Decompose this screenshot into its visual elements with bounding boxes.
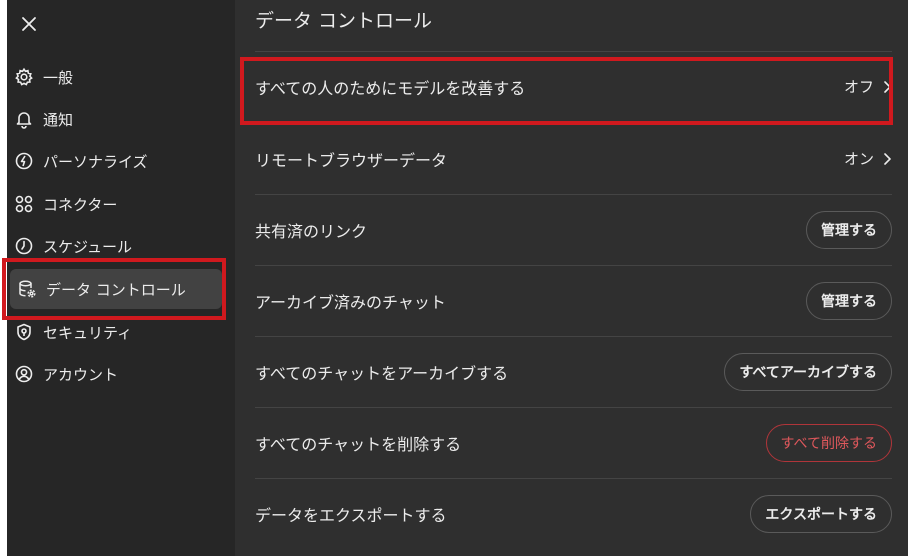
export-data-button[interactable]: エクスポートする (750, 494, 892, 533)
main-panel: データ コントロール すべての人のためにモデルを改善する オフ リモートブラウザ… (235, 0, 908, 556)
setting-row-shared-links: 共有済のリンク 管理する (255, 194, 892, 264)
sidebar-item-label: 通知 (43, 110, 74, 129)
setting-row-export-data: データをエクスポートする エクスポートする (255, 478, 892, 548)
chevron-right-icon (882, 152, 892, 166)
sidebar-item-label: スケジュール (43, 237, 132, 256)
settings-sidebar: 一般 通知 パーソナライズ コネクター スケジュール データ コントロール セキ… (7, 0, 235, 556)
archive-all-button[interactable]: すべてアーカイブする (724, 352, 892, 391)
setting-row-archive-all: すべてのチャットをアーカイブする すべてアーカイブする (255, 336, 892, 406)
delete-all-button[interactable]: すべて削除する (765, 423, 892, 462)
setting-row-improve-model[interactable]: すべての人のためにモデルを改善する オフ (255, 51, 892, 121)
sidebar-item-account[interactable]: アカウント (7, 354, 222, 394)
sidebar-item-label: データ コントロール (46, 280, 186, 299)
database-gear-icon (16, 278, 38, 300)
sidebar-item-personalize[interactable]: パーソナライズ (7, 141, 222, 181)
sidebar-item-security[interactable]: セキュリティ (7, 312, 222, 352)
sidebar-item-notifications[interactable]: 通知 (7, 99, 222, 139)
manage-shared-links-button[interactable]: 管理する (806, 210, 892, 249)
setting-label: アーカイブ済みのチャット (255, 292, 446, 312)
setting-row-delete-all: すべてのチャットを削除する すべて削除する (255, 407, 892, 477)
setting-value: オン (843, 150, 874, 168)
sidebar-item-label: 一般 (43, 68, 74, 87)
chevron-right-icon (882, 80, 892, 94)
setting-value: オフ (843, 78, 874, 96)
remote-browser-data-value[interactable]: オン (844, 148, 892, 169)
sidebar-item-label: セキュリティ (43, 323, 133, 342)
close-button[interactable] (15, 10, 43, 38)
sidebar-item-label: コネクター (43, 195, 118, 214)
sidebar-item-schedule[interactable]: スケジュール (7, 226, 222, 266)
sidebar-item-data-controls[interactable]: データ コントロール (10, 269, 222, 309)
setting-label: すべてのチャットを削除する (255, 434, 462, 454)
improve-model-value[interactable]: オフ (844, 76, 892, 97)
setting-label: データをエクスポートする (255, 505, 447, 525)
page-title: データ コントロール (255, 10, 433, 32)
shield-icon (13, 321, 35, 343)
close-icon (22, 17, 36, 31)
bell-icon (13, 108, 35, 130)
sidebar-item-label: パーソナライズ (43, 152, 148, 171)
user-circle-icon (13, 363, 35, 385)
sidebar-item-general[interactable]: 一般 (7, 57, 222, 97)
manage-archived-chats-button[interactable]: 管理する (806, 281, 892, 320)
setting-row-archived-chats: アーカイブ済みのチャット 管理する (255, 265, 892, 335)
setting-label: リモートブラウザーデータ (255, 150, 448, 170)
connector-icon (13, 193, 35, 215)
setting-label: すべてのチャットをアーカイブする (255, 363, 509, 383)
sidebar-item-label: アカウント (43, 365, 119, 384)
setting-label: すべての人のためにモデルを改善する (255, 78, 526, 98)
sidebar-item-connectors[interactable]: コネクター (7, 184, 222, 224)
gear-icon (13, 66, 35, 88)
personalize-icon (13, 150, 35, 172)
clock-icon (13, 235, 35, 257)
setting-label: 共有済のリンク (255, 221, 368, 241)
setting-row-remote-browser-data[interactable]: リモートブラウザーデータ オン (255, 123, 892, 193)
